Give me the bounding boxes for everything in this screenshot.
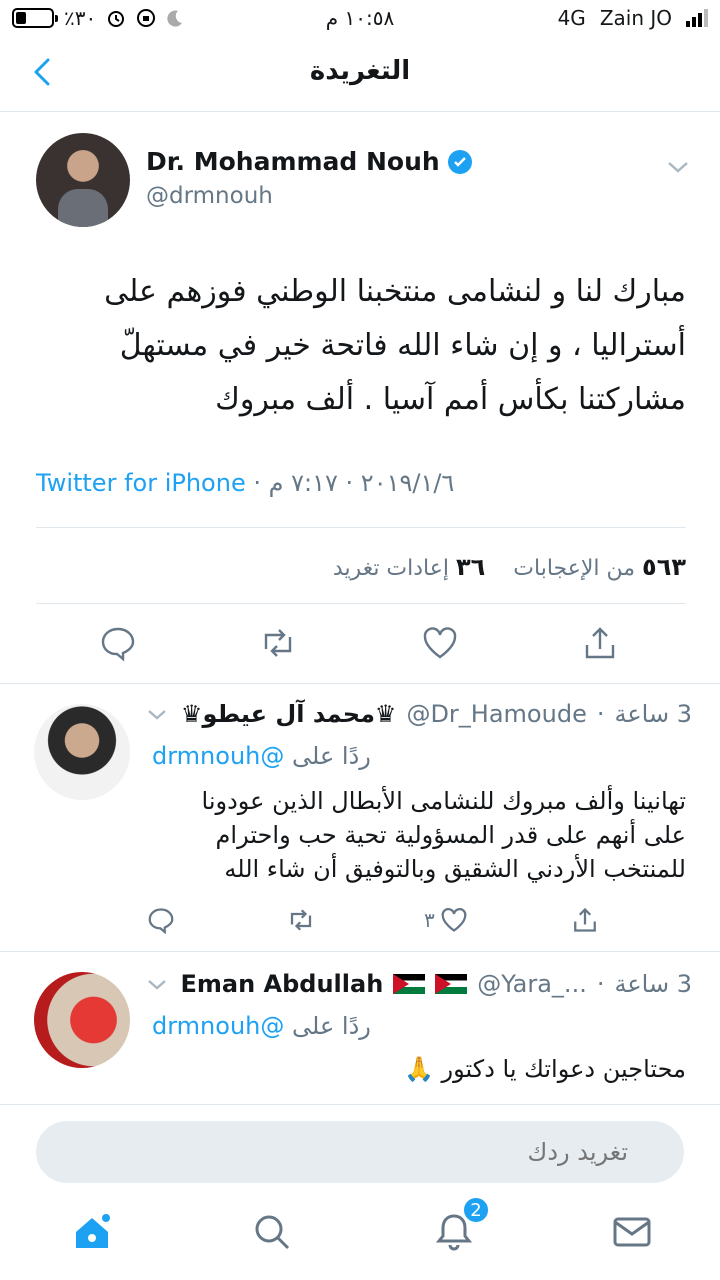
reply-to-label: ردًا على <box>292 742 371 770</box>
tab-search[interactable] <box>250 1210 294 1254</box>
page-title: التغريدة <box>309 56 411 86</box>
tweet-menu-button[interactable] <box>146 970 168 998</box>
like-button[interactable]: ٣ <box>424 902 469 938</box>
heart-icon <box>423 627 457 659</box>
tab-notifications[interactable]: 2 <box>432 1196 490 1254</box>
status-bar: ٪٣٠ ١٠:٥٨ م 4G Zain JO <box>0 0 720 36</box>
reply-icon <box>148 908 174 935</box>
reply-actions: ٣ <box>146 902 626 938</box>
tweet-date: ٢٠١٩/١/٦ <box>360 469 455 497</box>
reply-author-name[interactable]: Eman Abdullah <box>181 970 384 998</box>
mail-icon <box>613 1217 651 1247</box>
notifications-badge: 2 <box>462 1196 490 1224</box>
tweet-menu-button[interactable] <box>666 159 690 179</box>
reply-to-line: ردًا على @drmnouh <box>152 1012 371 1040</box>
palestine-flag-icon <box>393 974 426 994</box>
avatar[interactable] <box>34 704 130 800</box>
reply-tweet[interactable]: 3 ساعة · @Dr_Hamoude ♛محمد آل عيطو♛ ردًا… <box>0 683 720 951</box>
share-icon <box>585 627 615 659</box>
likes-count: ٥٦٣ <box>642 553 686 581</box>
share-icon <box>574 907 596 932</box>
search-icon <box>255 1215 290 1250</box>
carrier-name: Zain JO <box>599 6 672 30</box>
reply-time: 3 ساعة <box>614 970 692 998</box>
tweet-text: مبارك لنا و لنشامى منتخبنا الوطني فوزهم … <box>104 274 686 417</box>
reply-text: تهانينا وألف مبروك للنشامى الأبطال الذين… <box>201 787 687 883</box>
avatar[interactable] <box>34 972 130 1068</box>
divider <box>36 527 686 528</box>
share-button[interactable] <box>580 623 620 663</box>
reply-icon <box>101 627 135 662</box>
palestine-flag-icon <box>435 974 468 994</box>
tweet-source[interactable]: Twitter for iPhone <box>36 469 246 497</box>
chevron-down-icon <box>668 162 688 173</box>
retweets-label: إعادات تغريد <box>332 556 449 581</box>
reply-handle[interactable]: @Dr_Hamoude <box>406 700 586 728</box>
reply-time: 3 ساعة <box>614 700 692 728</box>
reply-to-mention[interactable]: @drmnouh <box>152 742 284 770</box>
tweet-actions <box>0 623 720 673</box>
home-icon <box>76 1214 110 1248</box>
reply-author-name[interactable]: ♛محمد آل عيطو♛ <box>181 700 397 728</box>
retweet-icon <box>290 909 312 931</box>
chevron-down-icon <box>148 980 166 990</box>
reply-header: 3 ساعة · @Yara_... Eman Abdullah <box>146 970 692 998</box>
reply-to-line: ردًا على @drmnouh <box>152 742 371 770</box>
reply-input[interactable] <box>36 1121 684 1183</box>
likes-stat[interactable]: ٥٦٣ من الإعجابات <box>513 553 686 581</box>
heart-icon <box>441 907 467 932</box>
author-name: Dr. Mohammad Nouh <box>146 147 440 176</box>
like-count: ٣ <box>424 908 435 932</box>
status-right: 4G Zain JO <box>558 6 708 30</box>
retweet-button[interactable] <box>286 902 316 938</box>
tweet-stats: ٥٦٣ من الإعجابات ٣٦ إعادات تغريد <box>36 553 686 581</box>
retweet-button[interactable] <box>258 623 298 663</box>
reply-button[interactable] <box>146 902 176 938</box>
divider <box>36 603 686 604</box>
tab-home[interactable] <box>70 1210 114 1254</box>
nav-header: التغريدة <box>0 36 720 112</box>
like-button[interactable] <box>420 623 460 663</box>
author-handle[interactable]: @drmnouh <box>146 183 273 209</box>
avatar[interactable] <box>36 133 130 227</box>
retweets-count: ٣٦ <box>456 553 486 581</box>
meta-dot: · <box>253 469 269 497</box>
verified-badge-icon <box>447 149 472 174</box>
reply-composer <box>0 1104 720 1186</box>
reply-button[interactable] <box>98 623 138 663</box>
tweet-meta: Twitter for iPhone · ٢٠١٩/١/٦ · ٧:١٧ م <box>36 469 686 497</box>
network-type: 4G <box>557 6 586 30</box>
reply-to-mention[interactable]: @drmnouh <box>152 1012 284 1040</box>
reply-text: محتاجين دعواتك يا دكتور 🙏 <box>404 1055 686 1083</box>
retweets-stat[interactable]: ٣٦ إعادات تغريد <box>332 553 486 581</box>
tab-messages[interactable] <box>610 1210 654 1254</box>
author-name-row[interactable]: Dr. Mohammad Nouh <box>146 147 472 176</box>
meta-dot: · <box>596 970 605 998</box>
reply-handle[interactable]: @Yara_... <box>477 970 587 998</box>
tweet-time: ٧:١٧ م <box>268 469 338 497</box>
retweet-icon <box>264 629 292 657</box>
chevron-down-icon <box>148 710 166 720</box>
tab-bar: 2 <box>0 1196 720 1280</box>
meta-dot: · <box>337 469 354 497</box>
reply-tweet[interactable]: 3 ساعة · @Yara_... Eman Abdullah ردًا عل… <box>0 951 720 1105</box>
likes-label: من الإعجابات <box>513 556 636 581</box>
signal-icon <box>686 9 708 27</box>
share-button[interactable] <box>570 902 600 938</box>
reply-header: 3 ساعة · @Dr_Hamoude ♛محمد آل عيطو♛ <box>146 700 692 728</box>
reply-to-label: ردًا على <box>292 1012 371 1040</box>
meta-dot: · <box>596 700 605 728</box>
tweet-menu-button[interactable] <box>146 700 168 728</box>
